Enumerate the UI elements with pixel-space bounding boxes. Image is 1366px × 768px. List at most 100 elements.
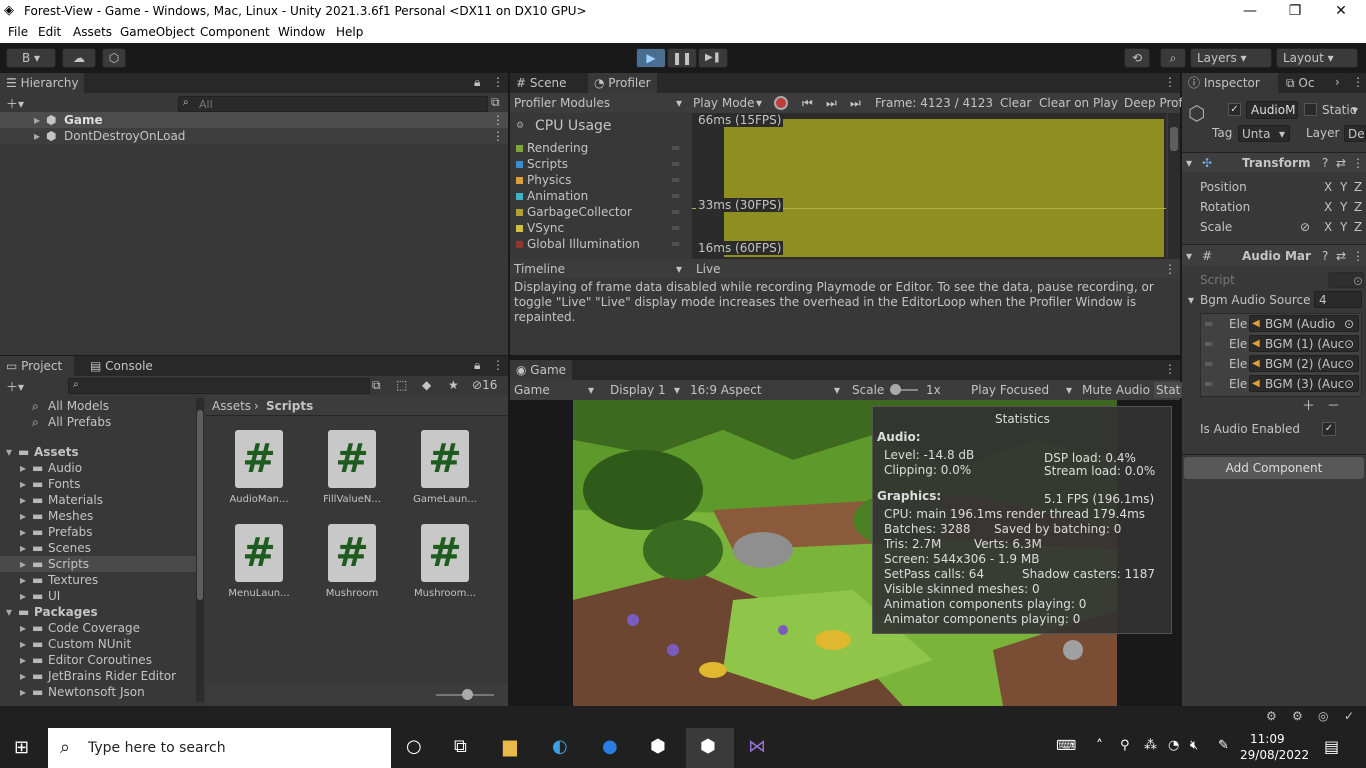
meet-now-icon[interactable]: ⚲	[1120, 738, 1130, 753]
expand-arrow-icon[interactable]: ▸	[20, 476, 26, 492]
axis-label[interactable]: Y	[1340, 179, 1347, 195]
breadcrumb-scripts[interactable]: Scripts	[266, 398, 313, 414]
expand-arrow-icon[interactable]: ▸	[20, 524, 26, 540]
expand-arrow-icon[interactable]: ▸	[20, 540, 26, 556]
game-view-dropdown[interactable]: Game	[514, 382, 550, 398]
history-icon[interactable]: ⟲	[1124, 48, 1150, 68]
filter-label-icon[interactable]: ◆	[422, 378, 431, 392]
expand-arrow-icon[interactable]: ▸	[20, 460, 26, 476]
game-viewport[interactable]: Statistics Audio: Level: -14.8 dB DSP lo…	[510, 400, 1180, 706]
drag-handle-icon[interactable]: ═	[1205, 316, 1212, 332]
search-window-icon[interactable]: ⧉	[372, 378, 381, 393]
project-tree-item[interactable]: ▸ ▬ Meshes	[0, 508, 196, 524]
taskbar-search-box[interactable]: ⌕ Type here to search	[48, 728, 391, 768]
drag-handle-icon[interactable]: ═	[672, 172, 679, 188]
drag-handle-icon[interactable]: ═	[672, 204, 679, 220]
expand-arrow-icon[interactable]: ▸	[20, 668, 26, 684]
project-tree-item[interactable]: ▸ ▬ JetBrains Rider Editor	[0, 668, 196, 684]
maps-icon[interactable]: ●	[602, 736, 618, 757]
kebab-menu-icon[interactable]: ⋮	[492, 128, 504, 144]
expand-arrow-icon[interactable]: ▸	[34, 112, 40, 128]
project-tree-item[interactable]: ▸ ▬ Materials	[0, 492, 196, 508]
cortana-icon[interactable]: ○	[406, 736, 422, 757]
project-tree-item[interactable]: ▸ ▬ Scripts	[0, 556, 196, 572]
icon-size-slider[interactable]	[462, 689, 473, 700]
kebab-menu-icon[interactable]: ⋮	[492, 358, 504, 372]
tab-profiler[interactable]: ◔ Profiler	[588, 73, 657, 93]
project-tree-item[interactable]: ▸ ▬ Code Coverage	[0, 620, 196, 636]
project-tree-item[interactable]: ▸ ▬ Audio	[0, 460, 196, 476]
constrain-scale-icon[interactable]: ⊘	[1300, 219, 1310, 235]
settings-icon[interactable]: ⇄	[1336, 248, 1346, 264]
mute-audio-toggle[interactable]: Mute Audio	[1082, 382, 1150, 398]
script-asset[interactable]: # GameLaun...	[410, 430, 480, 516]
favorite-icon[interactable]: ★	[448, 378, 459, 392]
favorite-all-prefabs[interactable]: All Prefabs	[48, 414, 111, 430]
object-picker-icon[interactable]: ⊙	[1344, 336, 1354, 351]
cpu-legend-item[interactable]: Physics ═	[516, 172, 686, 188]
audio-enabled-checkbox[interactable]: ✓	[1322, 422, 1336, 436]
drag-handle-icon[interactable]: ═	[672, 188, 679, 204]
lock-icon[interactable]: 🔒︎	[474, 75, 480, 90]
menu-edit[interactable]: Edit	[38, 25, 61, 39]
lock-icon[interactable]: 🔒︎	[474, 358, 480, 373]
play-button[interactable]: ▶	[636, 48, 666, 68]
bgm-count-field[interactable]: 4	[1314, 291, 1362, 308]
network-icon[interactable]: ◔	[1168, 738, 1179, 753]
tray-icon[interactable]: ✓	[1344, 709, 1354, 723]
search-icon[interactable]: ⌕	[1160, 48, 1186, 68]
breadcrumb-assets[interactable]: Assets	[212, 398, 251, 414]
deep-profile-button[interactable]: Deep Prof	[1124, 95, 1183, 111]
kebab-menu-icon[interactable]: ⋮	[1164, 75, 1176, 89]
axis-label[interactable]: X	[1324, 219, 1332, 235]
object-picker-icon[interactable]: ⊙	[1344, 356, 1354, 371]
axis-label[interactable]: Y	[1340, 219, 1347, 235]
display-dropdown[interactable]: Display 1	[610, 382, 666, 398]
expand-arrow-icon[interactable]: ▸	[20, 492, 26, 508]
script-asset[interactable]: # MenuLaun...	[224, 524, 294, 610]
axis-label[interactable]: X	[1324, 179, 1332, 195]
menu-file[interactable]: File	[8, 25, 28, 39]
script-asset[interactable]: # Mushroom...	[410, 524, 480, 610]
windows-start-icon[interactable]: ⊞	[14, 737, 29, 758]
menu-window[interactable]: Window	[278, 25, 325, 39]
drag-handle-icon[interactable]: ═	[1205, 336, 1212, 352]
unity-hub-icon[interactable]: ⬢	[650, 736, 666, 757]
visual-studio-icon[interactable]: ⋈	[748, 736, 766, 757]
tab-inspector[interactable]: ⓘ Inspector	[1182, 73, 1278, 93]
menu-gameobject[interactable]: GameObject	[120, 25, 195, 39]
layers-dropdown[interactable]: Layers ▾	[1190, 48, 1272, 68]
cpu-module[interactable]: ⚙ CPU Usage Rendering ═ Scripts ═ Physics ═ An…	[510, 113, 692, 259]
expand-arrow-icon[interactable]: ▸	[20, 684, 26, 700]
foldout-icon[interactable]: ▾	[1188, 292, 1194, 308]
cloud-icon[interactable]: ☁	[62, 48, 96, 68]
cpu-graph[interactable]: 66ms (15FPS) 33ms (30FPS) 16ms (60FPS)	[692, 113, 1166, 259]
timeline-dropdown[interactable]: Timeline	[514, 261, 565, 277]
tab-project[interactable]: ▭ Project	[0, 356, 74, 376]
axis-label[interactable]: Z	[1354, 179, 1362, 195]
drag-handle-icon[interactable]: ═	[1205, 356, 1212, 372]
scale-slider[interactable]	[890, 384, 901, 395]
hierarchy-item-dontdestroy[interactable]: ▸ ⬢ DontDestroyOnLoad ⋮	[0, 128, 508, 144]
kebab-menu-icon[interactable]: ⋮	[492, 112, 504, 128]
foldout-icon[interactable]: ▾	[1186, 248, 1192, 264]
project-tree-item[interactable]: ▾ ▬ Packages	[0, 604, 196, 620]
dropdown-arrow-icon[interactable]: ▾	[1352, 103, 1358, 117]
kebab-menu-icon[interactable]: ⋮	[1164, 261, 1176, 277]
expand-arrow-icon[interactable]: ▸	[20, 636, 26, 652]
cpu-legend-item[interactable]: VSync ═	[516, 220, 686, 236]
account-button[interactable]: B ▾	[6, 48, 56, 68]
scene-visibility-icon[interactable]: ⧉	[491, 95, 500, 110]
axis-label[interactable]: Z	[1354, 199, 1362, 215]
record-icon[interactable]	[774, 96, 788, 110]
graph-scrollbar[interactable]	[1168, 113, 1180, 259]
drag-handle-icon[interactable]: ═	[672, 236, 679, 252]
expand-arrow-icon[interactable]: ▸	[20, 508, 26, 524]
audio-source-field[interactable]: ◀ BGM (Audio ⊙	[1249, 315, 1359, 332]
last-frame-icon[interactable]: ⏭	[850, 95, 861, 111]
audio-source-field[interactable]: ◀ BGM (1) (Auc ⊙	[1249, 335, 1359, 352]
kebab-menu-icon[interactable]: ⋮	[1164, 362, 1176, 376]
cpu-legend-item[interactable]: GarbageCollector ═	[516, 204, 686, 220]
unity-editor-taskbar-button[interactable]: ⬢	[686, 728, 734, 768]
tab-occlusion[interactable]: ⧉ Oc	[1280, 73, 1332, 93]
